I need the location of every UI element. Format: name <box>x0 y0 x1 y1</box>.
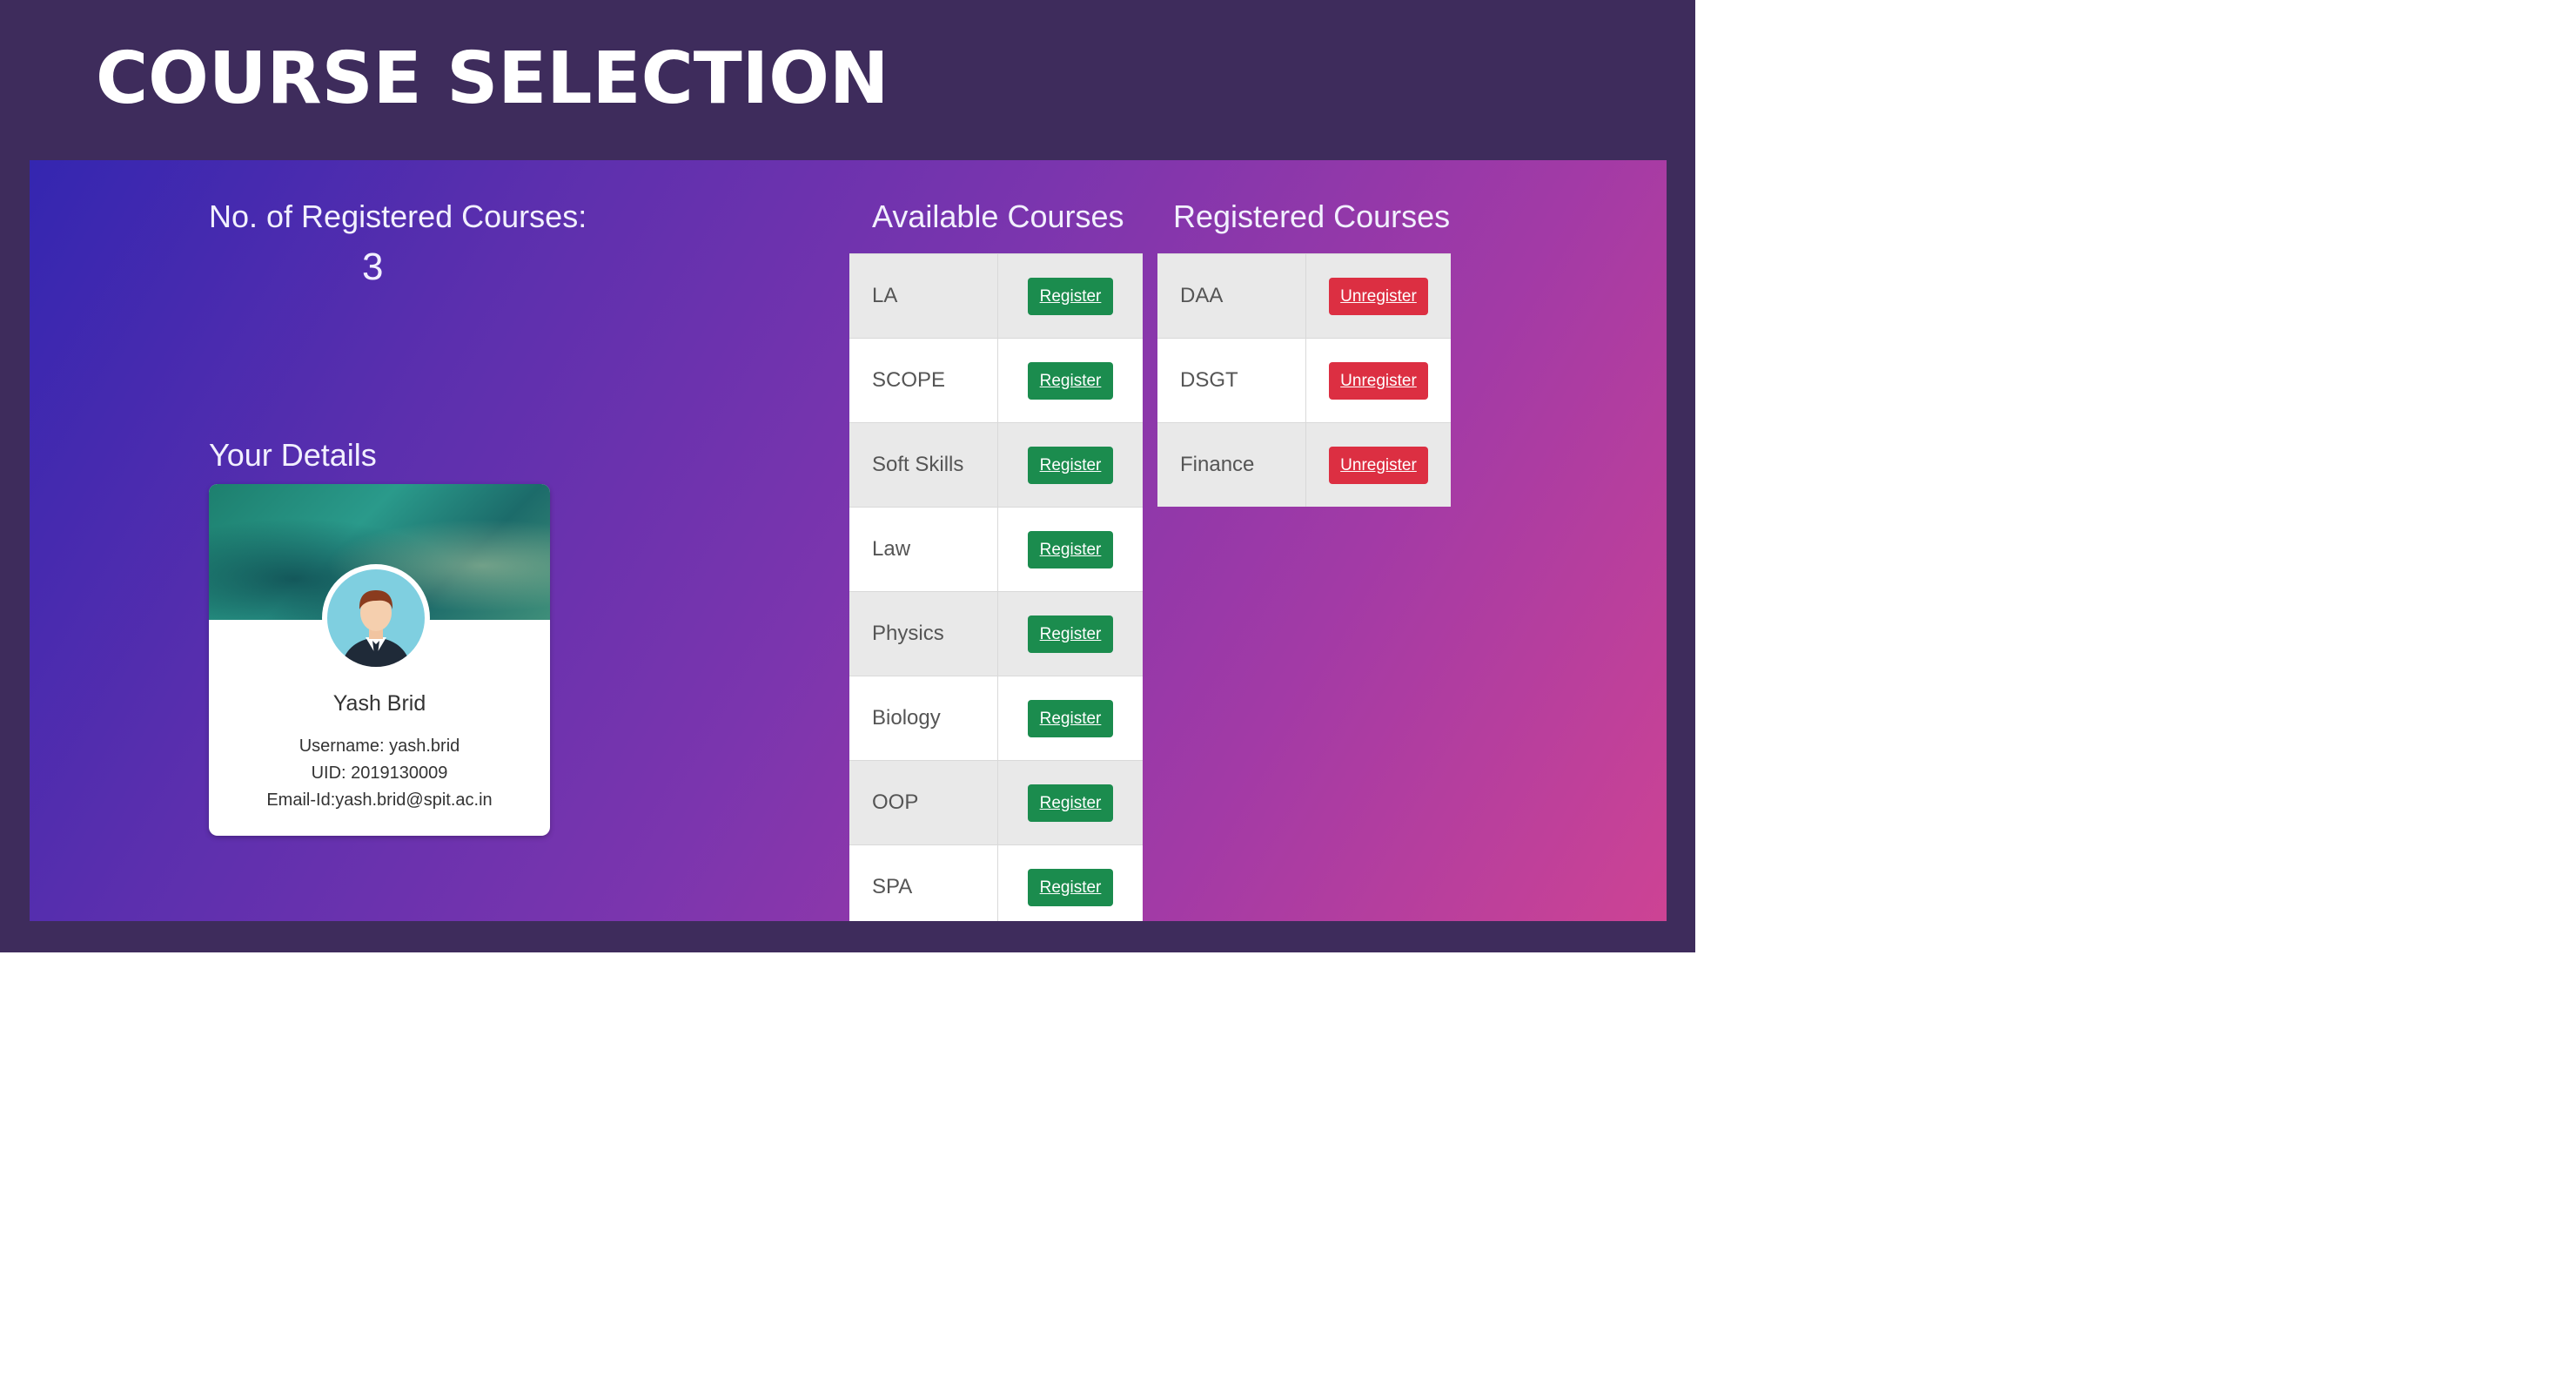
register-button[interactable]: Register <box>1028 615 1113 653</box>
course-action-cell: Register <box>997 591 1143 676</box>
course-action-cell: Register <box>997 676 1143 761</box>
profile-card: Yash Brid Username: yash.brid UID: 20191… <box>209 484 550 836</box>
registered-courses-heading: Registered Courses <box>1173 198 1451 234</box>
table-row: Soft Skills Register <box>849 422 1143 508</box>
course-action-cell: Register <box>997 507 1143 592</box>
profile-username: Username: yash.brid <box>299 737 460 756</box>
table-row: OOP Register <box>849 760 1143 845</box>
course-action-cell: Register <box>997 844 1143 921</box>
unregister-button[interactable]: Unregister <box>1329 446 1428 484</box>
course-action-cell: Unregister <box>1305 253 1451 339</box>
slide-title: COURSE SELECTION <box>96 37 889 120</box>
course-name: SPA <box>849 844 998 921</box>
table-row: SPA Register <box>849 844 1143 921</box>
profile-email: Email-Id:yash.brid@spit.ac.in <box>266 790 493 810</box>
register-button[interactable]: Register <box>1028 446 1113 484</box>
course-name: Soft Skills <box>849 422 998 508</box>
register-button[interactable]: Register <box>1028 530 1113 568</box>
avatar <box>322 564 430 672</box>
register-button[interactable]: Register <box>1028 868 1113 906</box>
course-name: Physics <box>849 591 998 676</box>
unregister-button[interactable]: Unregister <box>1329 361 1428 400</box>
register-button[interactable]: Register <box>1028 699 1113 737</box>
table-row: Law Register <box>849 507 1143 592</box>
table-row: DAA Unregister <box>1157 253 1451 339</box>
unregister-button[interactable]: Unregister <box>1329 277 1428 315</box>
details-heading: Your Details <box>209 437 377 473</box>
user-avatar-icon <box>324 566 428 670</box>
course-name: Law <box>849 507 998 592</box>
course-action-cell: Register <box>997 253 1143 339</box>
registered-count-label: No. of Registered Courses: <box>209 198 587 234</box>
course-name: DAA <box>1157 253 1306 339</box>
course-action-cell: Register <box>997 422 1143 508</box>
course-name: Biology <box>849 676 998 761</box>
slide: COURSE SELECTION No. of Registered Cours… <box>0 0 1695 952</box>
table-row: Finance Unregister <box>1157 422 1451 507</box>
table-row: SCOPE Register <box>849 338 1143 423</box>
course-name: SCOPE <box>849 338 998 423</box>
registered-courses-table: DAA Unregister DSGT Unregister Finance Unregi… <box>1157 253 1451 507</box>
table-row: LA Register <box>849 253 1143 339</box>
course-name: LA <box>849 253 998 339</box>
profile-uid: UID: 2019130009 <box>311 763 448 783</box>
course-name: OOP <box>849 760 998 845</box>
available-courses-heading: Available Courses <box>872 198 1124 234</box>
register-button[interactable]: Register <box>1028 784 1113 822</box>
table-row: DSGT Unregister <box>1157 338 1451 423</box>
course-name: Finance <box>1157 422 1306 507</box>
app-screenshot: No. of Registered Courses: 3 Your Detail… <box>30 160 1667 921</box>
table-row: Physics Register <box>849 591 1143 676</box>
register-button[interactable]: Register <box>1028 361 1113 400</box>
course-action-cell: Unregister <box>1305 338 1451 423</box>
table-row: Biology Register <box>849 676 1143 761</box>
course-action-cell: Register <box>997 338 1143 423</box>
registered-count-value: 3 <box>362 246 384 288</box>
register-button[interactable]: Register <box>1028 277 1113 315</box>
course-name: DSGT <box>1157 338 1306 423</box>
course-action-cell: Register <box>997 760 1143 845</box>
course-action-cell: Unregister <box>1305 422 1451 507</box>
profile-name: Yash Brid <box>332 691 426 716</box>
available-courses-table: LA Register SCOPE Register Soft Skills Regist… <box>849 253 1143 921</box>
